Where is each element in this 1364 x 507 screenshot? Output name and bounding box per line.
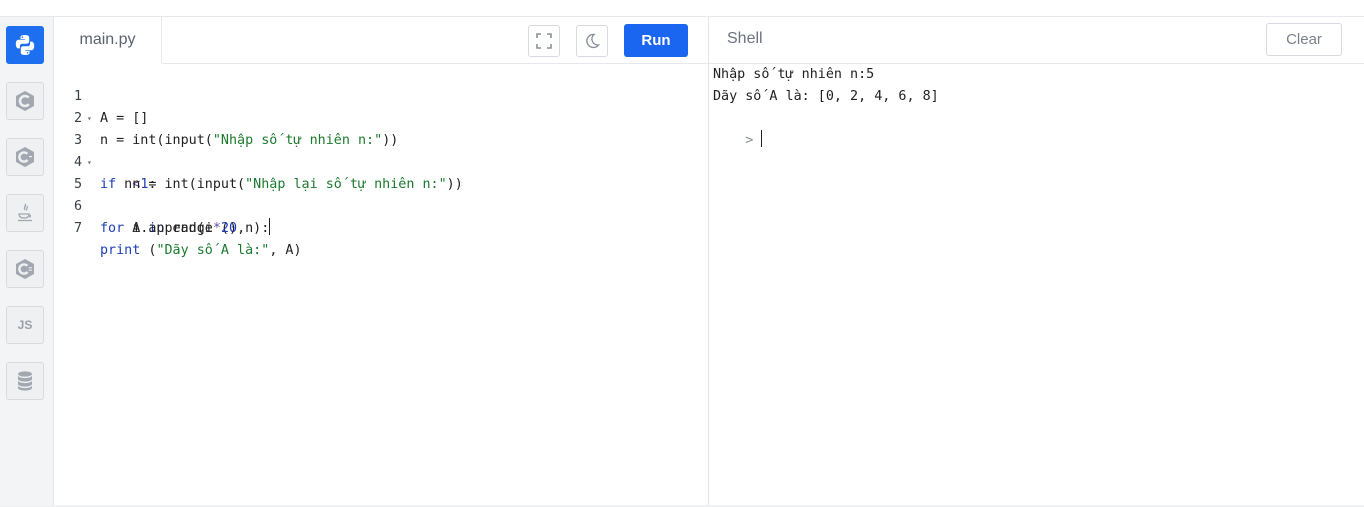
code-line: 6 A.append(i*2) [54, 174, 708, 236]
code-line: 1 A = [] [54, 64, 708, 126]
java-icon [18, 203, 32, 222]
run-button[interactable]: Run [624, 24, 688, 57]
javascript-language-button[interactable]: JS [6, 306, 44, 344]
shell-header: Shell Clear [709, 17, 1364, 64]
shell-title: Shell [727, 30, 763, 47]
csharp-language-button[interactable] [6, 250, 44, 288]
shell-panel: Shell Clear Nhập số tự nhiên n:5 Dãy số … [709, 17, 1364, 507]
run-label: Run [641, 32, 671, 49]
java-language-button[interactable] [6, 194, 44, 232]
cpp-icon [16, 147, 34, 167]
fold-arrow-icon[interactable]: ▾ [87, 152, 92, 174]
tab-label: main.py [79, 31, 136, 48]
clear-button[interactable]: Clear [1266, 23, 1342, 56]
c-icon [16, 91, 34, 111]
shell-output-line: Nhập số tự nhiên n:5 [713, 67, 875, 82]
fold-arrow-icon[interactable]: ▾ [87, 108, 92, 130]
database-icon [18, 371, 32, 391]
text-cursor [269, 218, 271, 235]
fullscreen-button[interactable] [528, 25, 560, 57]
js-label: JS [17, 318, 33, 332]
editor-tab-bar: main.py Run [54, 17, 708, 64]
shell-output-line: Dãy số A là: [0, 2, 4, 6, 8] [713, 89, 939, 104]
code-line: 4 n = int(input("Nhập lại số tự nhiên n:… [54, 130, 708, 192]
moon-icon [586, 33, 601, 49]
code-line: 2 n = int(input("Nhập số tự nhiên n:")) [54, 86, 708, 148]
shell-cursor [761, 130, 763, 147]
shell-input-line[interactable]: > [713, 108, 763, 148]
sql-language-button[interactable] [6, 362, 44, 400]
language-sidebar: JS [0, 17, 54, 507]
line-number: 7 [74, 221, 83, 236]
tab-main-py[interactable]: main.py [54, 17, 162, 63]
clear-label: Clear [1286, 31, 1322, 48]
code-editor-panel: main.py Run 1 A = [] 2 n = int(input("Nh… [54, 17, 708, 507]
python-icon [15, 35, 35, 55]
code-line: 5 ▾ for i in range (0,n): [54, 152, 708, 236]
dark-mode-button[interactable] [576, 25, 608, 57]
code-text: A.append(i*2) [100, 221, 238, 236]
fullscreen-icon [536, 33, 552, 49]
code-line: 7 print ("Dãy số A là:", A) [54, 196, 708, 258]
cpp-language-button[interactable] [6, 138, 44, 176]
python-language-button[interactable] [6, 26, 44, 64]
shell-prompt: > [745, 133, 754, 148]
code-line: 3 ▾ if n<1: [54, 108, 708, 192]
code-text: print ("Dãy số A là:", A) [100, 243, 302, 258]
c-language-button[interactable] [6, 82, 44, 120]
csharp-icon [16, 259, 34, 279]
